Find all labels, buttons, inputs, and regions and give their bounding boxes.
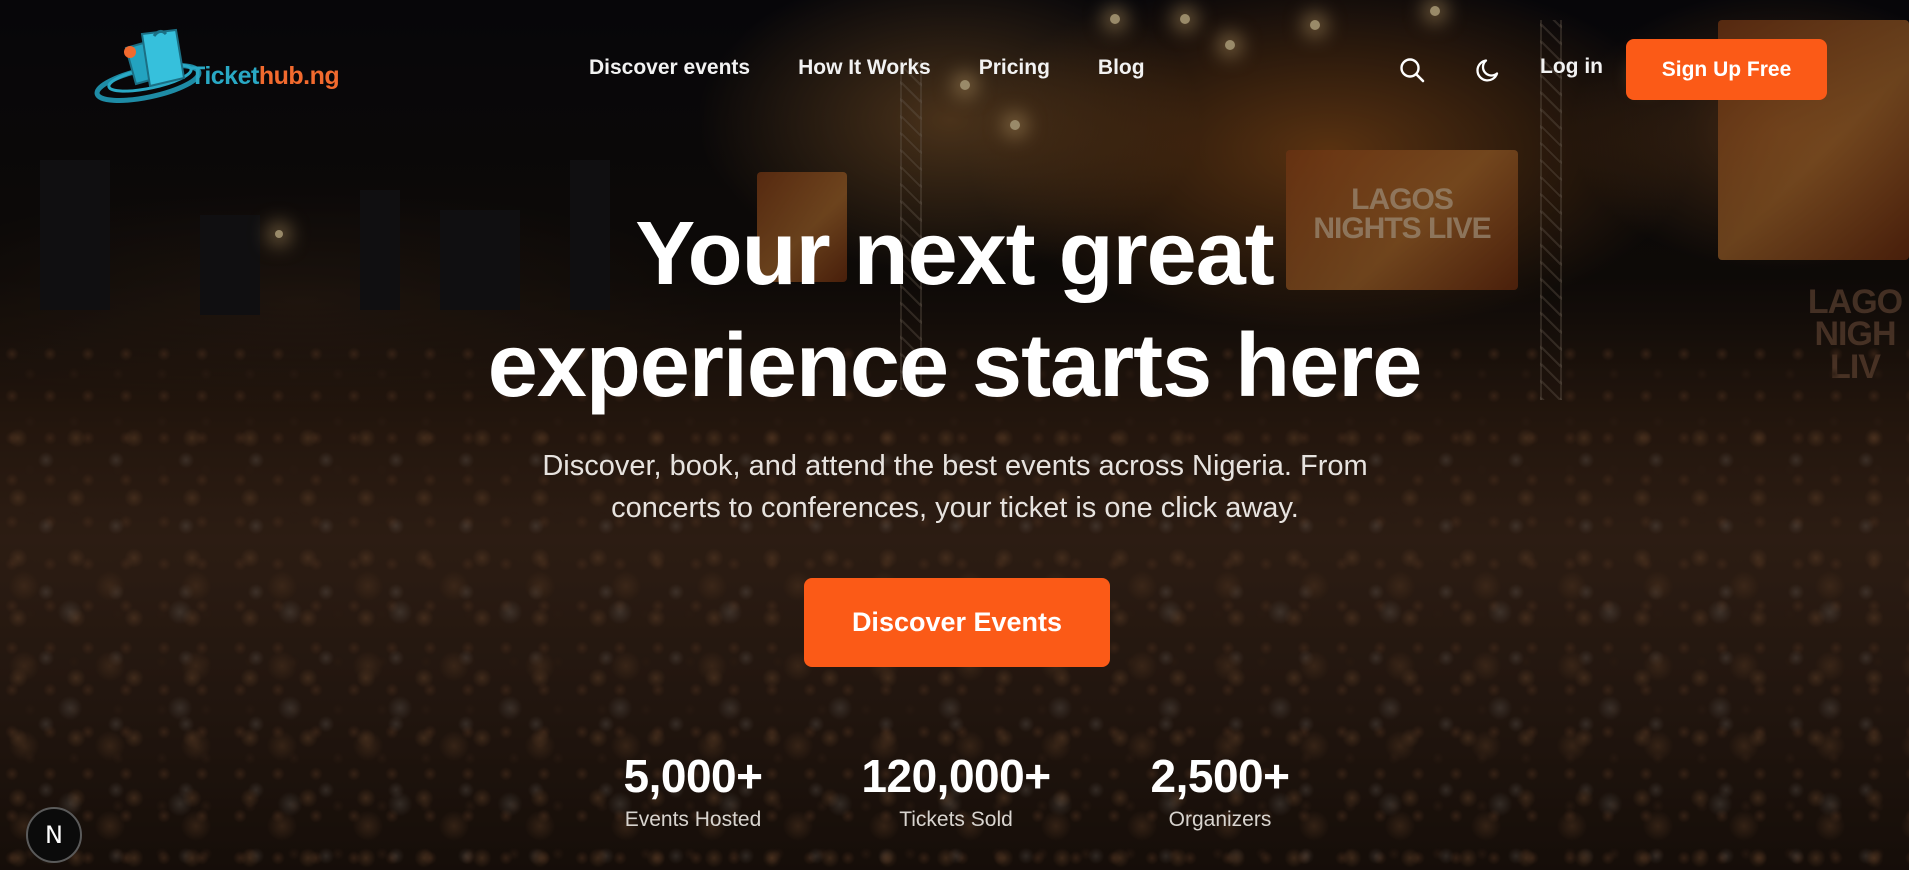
stat-value: 120,000+	[861, 750, 1051, 802]
search-icon	[1400, 58, 1425, 83]
hero-title-line-1: Your next great	[635, 204, 1274, 304]
stat-label: Organizers	[1168, 808, 1272, 831]
hero-subtitle-line-1: Discover, book, and attend the best even…	[542, 450, 1368, 482]
nav-link-how-it-works[interactable]: How It Works	[798, 56, 931, 80]
stat-label: Tickets Sold	[899, 808, 1013, 831]
nav-link-blog[interactable]: Blog	[1098, 56, 1145, 80]
stat-events-hosted: 5,000+ Events Hosted	[553, 748, 833, 832]
stat-value: 5,000+	[623, 750, 763, 802]
logo-text-primary: Ticket	[190, 62, 259, 90]
search-button[interactable]	[1395, 53, 1429, 87]
hero-subtitle-line-2: concerts to conferences, your ticket is …	[611, 492, 1299, 524]
logo-text-secondary: hub.ng	[258, 62, 340, 90]
nav-link-pricing[interactable]: Pricing	[979, 56, 1050, 80]
hero-subtitle: Discover, book, and attend the best even…	[460, 445, 1450, 529]
main-nav: Discover events How It Works Pricing Blo…	[589, 56, 1145, 80]
stat-label: Events Hosted	[624, 808, 762, 831]
stat-organizers: 2,500+ Organizers	[1080, 748, 1360, 832]
ticketihub-logo[interactable]: Tickethub.ng	[92, 28, 352, 110]
hero-title: Your next great experience starts here	[0, 198, 1909, 422]
moon-icon	[1476, 59, 1499, 82]
signup-button[interactable]: Sign Up Free	[1626, 39, 1827, 100]
nav-link-discover-events[interactable]: Discover events	[589, 56, 750, 80]
ticket-bag-logo-icon	[94, 28, 202, 103]
theme-toggle-button[interactable]	[1472, 53, 1506, 87]
nextjs-dev-badge-icon[interactable]: N	[26, 807, 82, 863]
hero-title-line-2: experience starts here	[487, 316, 1423, 416]
login-link[interactable]: Log in	[1540, 55, 1603, 79]
stat-value: 2,500+	[1150, 750, 1290, 802]
logo-wordmark: Tickethub.ng	[190, 62, 340, 91]
stat-tickets-sold: 120,000+ Tickets Sold	[816, 748, 1096, 832]
discover-events-button[interactable]: Discover Events	[804, 578, 1110, 667]
site-header: Tickethub.ng Discover events How It Work…	[0, 0, 1909, 140]
